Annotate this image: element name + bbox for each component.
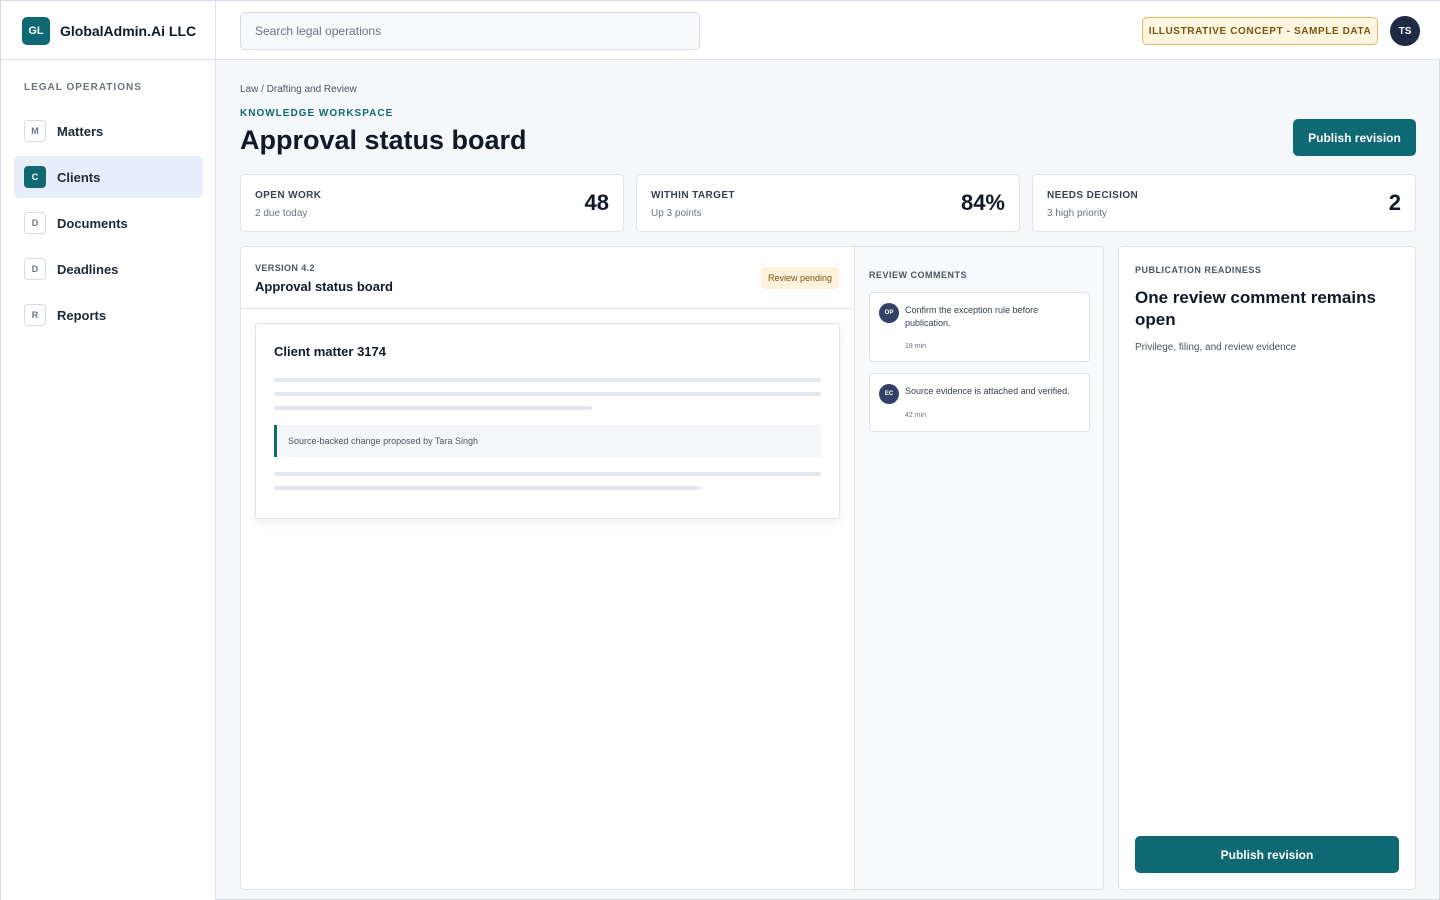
sidebar-item-label: Deadlines xyxy=(57,261,119,277)
brand-name: GlobalAdmin.Ai LLC xyxy=(60,23,197,39)
comment-item[interactable]: OP Confirm the exception rule before pub… xyxy=(869,292,1090,362)
stat-label: OPEN WORK xyxy=(255,190,322,201)
sidebar-item-label: Documents xyxy=(57,215,128,231)
clients-icon: C xyxy=(24,166,46,188)
search-input[interactable] xyxy=(240,12,700,50)
commenter-avatar: EC xyxy=(879,384,899,404)
breadcrumb[interactable]: Law / Drafting and Review xyxy=(240,84,357,95)
readiness-title: One review comment remains open xyxy=(1135,288,1376,329)
user-avatar[interactable]: TS xyxy=(1390,16,1420,46)
app-window: GL GlobalAdmin.Ai LLC ILLUSTRATIVE CONCE… xyxy=(0,0,1440,900)
document-page[interactable]: Client matter 3174 Source-backed change … xyxy=(255,323,840,519)
stat-value: 84% xyxy=(960,190,1005,215)
document-page-title: Client matter 3174 xyxy=(274,344,386,359)
comment-item[interactable]: EC Source evidence is attached and verif… xyxy=(869,373,1090,432)
sidebar-item-documents[interactable]: D Documents xyxy=(14,202,203,244)
comments-heading: REVIEW COMMENTS xyxy=(869,270,968,280)
review-comments-panel: REVIEW COMMENTS OP Confirm the exception… xyxy=(854,247,1103,889)
stat-card-open-work: OPEN WORK 2 due today 48 xyxy=(240,174,624,232)
document-preview: VERSION 4.2 Approval status board Review… xyxy=(241,247,854,889)
sample-data-badge: ILLUSTRATIVE CONCEPT - SAMPLE DATA xyxy=(1142,17,1378,45)
readiness-subtext: Privilege, filing, and review evidence xyxy=(1135,342,1297,353)
stat-subtext: Up 3 points xyxy=(651,208,702,219)
stat-label: NEEDS DECISION xyxy=(1047,190,1139,201)
readiness-heading: PUBLICATION READINESS xyxy=(1135,265,1262,275)
divider xyxy=(215,1,216,60)
text-line-placeholder xyxy=(274,378,821,382)
matters-icon: M xyxy=(24,120,46,142)
stat-value: 48 xyxy=(584,190,609,215)
sidebar-item-label: Matters xyxy=(57,123,104,139)
comment-time: 42 min xyxy=(905,412,927,419)
workspace-kicker: KNOWLEDGE WORKSPACE xyxy=(240,108,394,119)
deadlines-icon: D xyxy=(24,258,46,280)
text-line-placeholder xyxy=(274,472,821,476)
top-bar: GL GlobalAdmin.Ai LLC ILLUSTRATIVE CONCE… xyxy=(1,1,1440,60)
publish-revision-button[interactable]: Publish revision xyxy=(1135,836,1399,873)
stat-label: WITHIN TARGET xyxy=(651,190,735,201)
sidebar-item-reports[interactable]: R Reports xyxy=(14,294,203,336)
reports-icon: R xyxy=(24,304,46,326)
text-line-placeholder xyxy=(274,486,701,490)
stat-subtext: 2 due today xyxy=(255,208,308,219)
comment-time: 18 min xyxy=(905,343,927,350)
sidebar-item-label: Clients xyxy=(57,169,101,185)
sidebar: LEGAL OPERATIONS M Matters C Clients D D… xyxy=(1,60,216,900)
document-header: VERSION 4.2 Approval status board Review… xyxy=(241,247,854,309)
documents-icon: D xyxy=(24,212,46,234)
commenter-avatar: OP xyxy=(879,303,899,323)
sidebar-item-clients[interactable]: C Clients xyxy=(14,156,203,198)
stat-subtext: 3 high priority xyxy=(1047,208,1108,219)
change-proposal-note[interactable]: Source-backed change proposed by Tara Si… xyxy=(274,425,821,457)
comment-text: Source evidence is attached and verified… xyxy=(905,386,1070,396)
comment-text: Confirm the exception rule before public… xyxy=(905,305,1039,328)
sidebar-heading: LEGAL OPERATIONS xyxy=(24,82,142,93)
publish-revision-button[interactable]: Publish revision xyxy=(1293,119,1416,156)
stat-card-needs-decision: NEEDS DECISION 3 high priority 2 xyxy=(1032,174,1416,232)
document-version: VERSION 4.2 xyxy=(255,263,315,273)
page-title: Approval status board xyxy=(240,125,527,155)
stat-card-within-target: WITHIN TARGET Up 3 points 84% xyxy=(636,174,1020,232)
document-review-panel: VERSION 4.2 Approval status board Review… xyxy=(240,246,1104,890)
sidebar-item-deadlines[interactable]: D Deadlines xyxy=(14,248,203,290)
status-badge: Review pending xyxy=(761,267,839,289)
sidebar-item-matters[interactable]: M Matters xyxy=(14,110,203,152)
stat-value: 2 xyxy=(1388,190,1401,215)
text-line-placeholder xyxy=(274,406,592,410)
brand-logo: GL xyxy=(22,17,50,45)
sidebar-item-label: Reports xyxy=(57,307,107,323)
document-title: Approval status board xyxy=(255,279,393,294)
publication-readiness-panel: PUBLICATION READINESS One review comment… xyxy=(1118,246,1416,890)
text-line-placeholder xyxy=(274,392,821,396)
brand[interactable]: GL GlobalAdmin.Ai LLC xyxy=(22,17,196,45)
